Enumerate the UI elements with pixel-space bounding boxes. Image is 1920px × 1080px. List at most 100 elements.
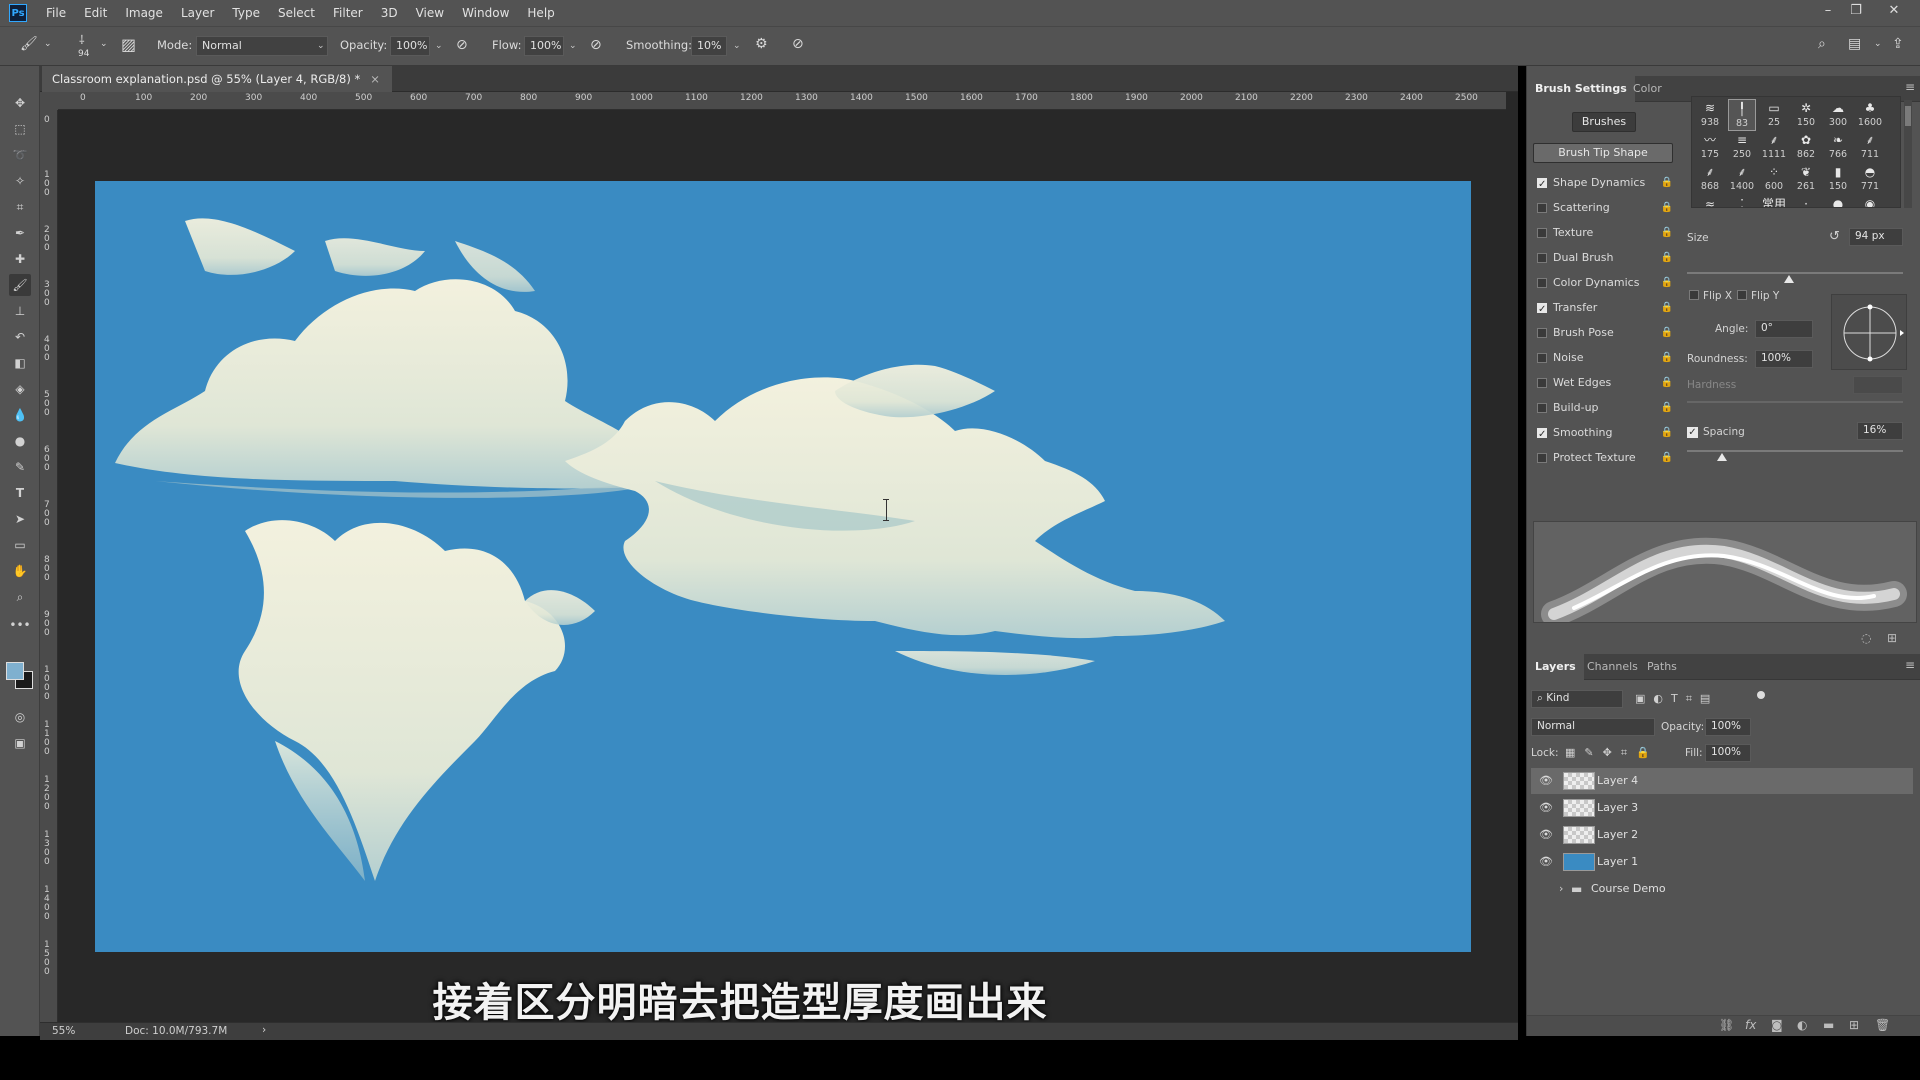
brush-preset[interactable]: ▮ 150 [1824, 163, 1852, 195]
brush-option-checkbox[interactable] [1537, 328, 1547, 338]
lock-icon[interactable]: 🔒 [1661, 298, 1673, 318]
adjustment-layer-icon[interactable]: ◐ [1797, 1018, 1807, 1032]
pressure-size-icon[interactable]: ⊘ [792, 36, 804, 52]
brushes-button[interactable]: Brushes [1572, 112, 1636, 132]
brush-preset[interactable]: ▭ 25 [1760, 99, 1788, 131]
hand-tool-icon[interactable]: ✋ [9, 560, 31, 582]
brush-option-row[interactable]: Shape Dynamics 🔒 [1535, 173, 1673, 195]
new-group-icon[interactable]: ▬ [1823, 1018, 1834, 1032]
brush-option-checkbox[interactable] [1537, 300, 1547, 320]
workspace-icon[interactable]: ▤ [1848, 36, 1861, 52]
size-slider-knob[interactable] [1783, 275, 1794, 283]
layer-filter-kind[interactable]: ⌕ Kind [1531, 690, 1623, 708]
visibility-eye-icon[interactable]: 👁 [1539, 768, 1553, 794]
brush-preset-icon[interactable]: ⸸ [79, 31, 85, 48]
brush-option-checkbox[interactable] [1537, 203, 1547, 213]
angle-input[interactable]: 0° [1755, 320, 1813, 338]
fill-input[interactable]: 100% [1705, 744, 1751, 762]
smoothing-input[interactable]: 10% [691, 36, 727, 56]
brush-option-row[interactable]: Smoothing 🔒 [1535, 423, 1673, 445]
menu-edit[interactable]: Edit [75, 0, 116, 26]
mode-select[interactable]: Normal [196, 36, 328, 56]
delete-layer-icon[interactable]: 🗑 [1875, 1018, 1890, 1032]
tab-paths[interactable]: Paths [1639, 654, 1685, 680]
blend-mode-select[interactable]: Normal [1531, 718, 1655, 736]
lock-icon[interactable]: 🔒 [1661, 248, 1673, 268]
history-brush-icon[interactable]: ↶ [9, 326, 31, 348]
chevron-down-icon[interactable]: ⌄ [100, 39, 108, 49]
gear-icon[interactable]: ⚙ [755, 36, 768, 52]
layer-row[interactable]: 👁 Layer 3 [1531, 795, 1913, 821]
layer-row[interactable]: 👁 Layer 1 [1531, 849, 1913, 875]
size-slider[interactable] [1687, 272, 1903, 274]
canvas[interactable] [95, 181, 1471, 952]
menu-layer[interactable]: Layer [172, 0, 223, 26]
brush-option-row[interactable]: Scattering 🔒 [1535, 198, 1673, 218]
fx-icon[interactable]: fx [1745, 1018, 1756, 1032]
lock-icon[interactable]: 🔒 [1661, 398, 1673, 418]
brush-option-row[interactable]: Protect Texture 🔒 [1535, 448, 1673, 468]
dodge-tool-icon[interactable]: ● [9, 430, 31, 452]
brush-preset[interactable]: ◉300 [1856, 195, 1884, 207]
brush-option-checkbox[interactable] [1537, 175, 1547, 195]
brush-preset[interactable]: ☁ 300 [1824, 99, 1852, 131]
brush-preset[interactable]: ✿ 862 [1792, 131, 1820, 163]
shape-tool-icon[interactable]: ▭ [9, 534, 31, 556]
brush-preset[interactable]: ❦ 261 [1792, 163, 1820, 195]
blur-tool-icon[interactable]: 💧 [9, 404, 31, 426]
filter-toggle-icon[interactable] [1757, 691, 1765, 699]
chevron-down-icon[interactable]: ⌄ [435, 36, 443, 56]
document-tab[interactable]: Classroom explanation.psd @ 55% (Layer 4… [42, 66, 392, 92]
brush-option-row[interactable]: Dual Brush 🔒 [1535, 248, 1673, 268]
pressure-opacity-icon[interactable]: ⊘ [456, 37, 468, 53]
spacing-input[interactable]: 16% [1857, 422, 1903, 440]
spacing-checkbox[interactable]: ✓ [1687, 427, 1698, 438]
airbrush-icon[interactable]: ⊘ [590, 37, 602, 53]
brush-preset[interactable]: ●10 [1824, 195, 1852, 207]
chevron-down-icon[interactable]: ⌄ [569, 36, 577, 56]
menu-help[interactable]: Help [518, 0, 563, 26]
foreground-color-swatch[interactable] [6, 662, 24, 680]
brush-tool-icon[interactable]: 🖌 [20, 36, 38, 52]
lock-icon[interactable]: 🔒 [1661, 373, 1673, 393]
menu-select[interactable]: Select [269, 0, 324, 26]
zoom-level[interactable]: 55% [52, 1025, 75, 1037]
scrollbar-thumb[interactable] [1905, 106, 1911, 126]
lasso-tool-icon[interactable]: ➰ [9, 144, 31, 166]
brush-preset[interactable]: ≈1100 [1696, 195, 1724, 207]
panel-menu-icon[interactable]: ≡ [1905, 658, 1915, 672]
paint-bucket-icon[interactable]: ◈ [9, 378, 31, 400]
chevron-down-icon[interactable]: ⌄ [44, 39, 52, 49]
crop-tool-icon[interactable]: ⌗ [9, 196, 31, 218]
brush-preset[interactable]: ·3 [1792, 195, 1820, 207]
flip-x-checkbox[interactable] [1689, 290, 1699, 300]
brush-preset[interactable]: ⁚185 [1728, 195, 1756, 207]
menu-3d[interactable]: 3D [372, 0, 407, 26]
reset-size-icon[interactable]: ↺ [1829, 229, 1840, 244]
minimize-button[interactable]: – [1817, 3, 1839, 21]
quick-mask-icon[interactable]: ◎ [9, 706, 31, 728]
preset-scrollbar[interactable] [1904, 100, 1912, 208]
brush-preset[interactable]: 常用601 [1760, 195, 1788, 207]
lock-icon[interactable]: 🔒 [1661, 173, 1673, 193]
search-icon[interactable]: ⌕ [1818, 36, 1826, 52]
brush-option-row[interactable]: Noise 🔒 [1535, 348, 1673, 368]
layer-row[interactable]: 👁 Layer 4 [1531, 768, 1913, 794]
brush-option-checkbox[interactable] [1537, 253, 1547, 263]
close-window-button[interactable]: ✕ [1883, 3, 1905, 21]
more-tools-icon[interactable]: ••• [9, 614, 31, 636]
brush-option-row[interactable]: Transfer 🔒 [1535, 298, 1673, 320]
opacity-input[interactable]: 100% [390, 36, 430, 56]
brush-preset[interactable]: ⁘ 600 [1760, 163, 1788, 195]
expand-group-icon[interactable]: › [1559, 876, 1563, 902]
brush-option-row[interactable]: Texture 🔒 [1535, 223, 1673, 243]
lock-icon[interactable]: 🔒 [1661, 223, 1673, 243]
visibility-eye-icon[interactable]: 👁 [1539, 822, 1553, 848]
status-menu-arrow-icon[interactable]: › [262, 1024, 266, 1036]
lock-icon[interactable]: 🔒 [1661, 348, 1673, 368]
create-brush-icon[interactable]: ⊞ [1887, 631, 1897, 645]
brush-preset[interactable]: 〰 175 [1696, 131, 1724, 163]
magic-wand-icon[interactable]: ✧ [9, 170, 31, 192]
brush-preset[interactable]: ✲ 150 [1792, 99, 1820, 131]
spacing-slider-knob[interactable] [1716, 453, 1727, 461]
